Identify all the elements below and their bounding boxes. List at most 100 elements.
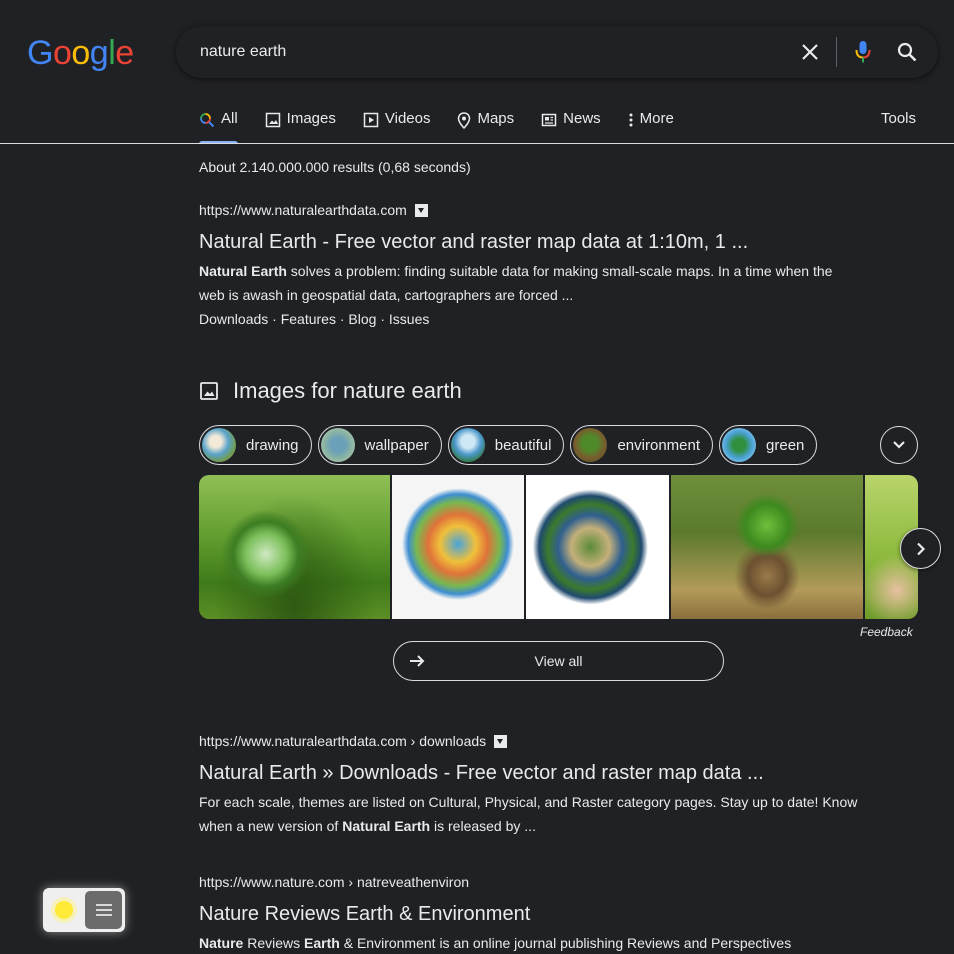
logo-letter: e [115,34,134,72]
next-images-button[interactable] [900,528,941,569]
chip-thumbnail [722,428,757,462]
snippet-text: is released by ... [430,818,536,834]
chip-drawing[interactable]: drawing [199,425,312,465]
chip-thumbnail [202,428,236,462]
image-results-strip [199,475,918,619]
result-url-row: https://www.nature.com › natreveathenvir… [199,873,899,891]
result-snippet: Nature Reviews Earth & Environment is an… [199,931,899,954]
result-snippet: Natural Earth solves a problem: finding … [199,259,859,307]
tab-label: Videos [384,110,431,127]
chip-label: environment [617,436,701,454]
search-input[interactable] [200,40,760,64]
image-icon [265,112,280,128]
clear-search-button[interactable] [796,39,824,65]
result-url[interactable]: https://www.naturalearthdata.com › downl… [199,733,486,749]
map-pin-icon [458,112,471,129]
logo-letter: o [52,34,72,72]
snippet-bold: Natural Earth [342,818,431,834]
view-all-images-button[interactable]: View all [393,641,724,681]
tab-videos[interactable]: Videos [363,108,431,144]
search-icon [200,113,215,128]
more-vert-icon [629,113,633,127]
sitelink-features[interactable]: Features [281,311,336,327]
logo-letter: G [27,34,53,72]
result-menu-dropdown[interactable] [414,203,428,217]
google-logo[interactable]: Google [27,34,134,73]
chip-wallpaper[interactable]: wallpaper [317,425,442,465]
chevron-down-icon [893,441,905,449]
logo-letter: o [71,34,90,72]
tab-images[interactable]: Images [265,108,336,144]
chip-green[interactable]: green [719,425,818,465]
result-url[interactable]: https://www.naturalearthdata.com [199,202,407,218]
image-chips: drawing wallpaper beautiful environment … [199,425,818,465]
result-url[interactable]: https://www.nature.com › natreveathenvir… [199,874,469,890]
snippet-text: & Environment is an online journal publi… [339,935,792,951]
chip-label: beautiful [494,436,552,454]
search-submit-button[interactable] [892,38,922,66]
search-tabs: All Images Videos Maps News More [199,108,701,144]
result-snippet: For each scale, themes are listed on Cul… [199,790,859,838]
hamburger-menu-icon [95,904,112,916]
snippet-text: Reviews [243,935,305,951]
logo-letter: l [108,34,116,72]
sitelinks: Downloads · Features · Blog · Issues [199,311,430,327]
expand-chips-button[interactable] [880,426,918,464]
logo-letter: g [89,34,109,72]
result-menu-dropdown[interactable] [494,734,508,748]
image-icon [200,382,218,400]
image-result-tree-in-glass[interactable] [670,475,864,619]
voice-search-button[interactable] [848,38,878,66]
floating-widget [43,888,125,932]
images-section-header: Images for nature earth [199,378,462,404]
snippet-text: solves a problem: finding suitable data … [199,263,833,303]
sitelink-issues[interactable]: Issues [389,311,429,327]
sitelink-downloads[interactable]: Downloads [199,311,268,327]
chip-label: drawing [246,436,299,454]
arrow-right-icon [410,655,425,667]
feedback-link[interactable]: Feedback [860,625,913,639]
tab-label: Images [286,110,336,127]
search-divider [836,37,837,67]
snippet-bold: Natural Earth [199,263,287,279]
tools-button[interactable]: Tools [881,110,916,127]
image-result-painted-earth[interactable] [392,475,525,619]
result-title-link[interactable]: Natural Earth » Downloads - Free vector … [199,760,859,786]
theme-toggle-button[interactable] [46,892,81,928]
search-box [176,26,938,78]
chip-label: wallpaper [364,436,429,454]
image-result-globe-continents[interactable] [526,475,669,619]
tab-news[interactable]: News [541,108,601,144]
search-result: https://www.naturalearthdata.com Natural… [199,201,859,331]
chip-environment[interactable]: environment [570,425,714,465]
video-icon [363,112,379,128]
tab-all[interactable]: All [199,108,238,144]
view-all-label: View all [534,653,583,669]
menu-button[interactable] [85,891,122,929]
sitelink-blog[interactable]: Blog [348,311,376,327]
tab-maps[interactable]: Maps [457,108,514,144]
chevron-right-icon [916,542,925,555]
result-title-link[interactable]: Natural Earth - Free vector and raster m… [199,229,859,255]
image-result-glass-globe[interactable] [199,475,391,619]
chip-label: green [766,436,805,454]
result-stats: About 2.140.000.000 results (0,68 second… [199,159,471,175]
tab-label: More [639,110,674,127]
tab-more[interactable]: More [628,108,674,144]
chip-thumbnail [573,428,608,462]
microphone-icon [855,41,871,63]
search-result: https://www.nature.com › natreveathenvir… [199,873,899,954]
snippet-bold: Nature [199,935,244,951]
tab-label: Maps [477,110,515,127]
tab-label: News [563,110,601,127]
search-icon [897,42,917,62]
result-url-row: https://www.naturalearthdata.com › downl… [199,732,859,750]
newspaper-icon [541,113,557,127]
result-title-link[interactable]: Nature Reviews Earth & Environment [199,901,899,927]
result-url-row: https://www.naturalearthdata.com [199,201,859,219]
chip-beautiful[interactable]: beautiful [447,425,565,465]
search-result: https://www.naturalearthdata.com › downl… [199,732,859,838]
chip-thumbnail [450,428,485,462]
images-section-title[interactable]: Images for nature earth [233,378,462,404]
sun-icon [50,897,77,923]
